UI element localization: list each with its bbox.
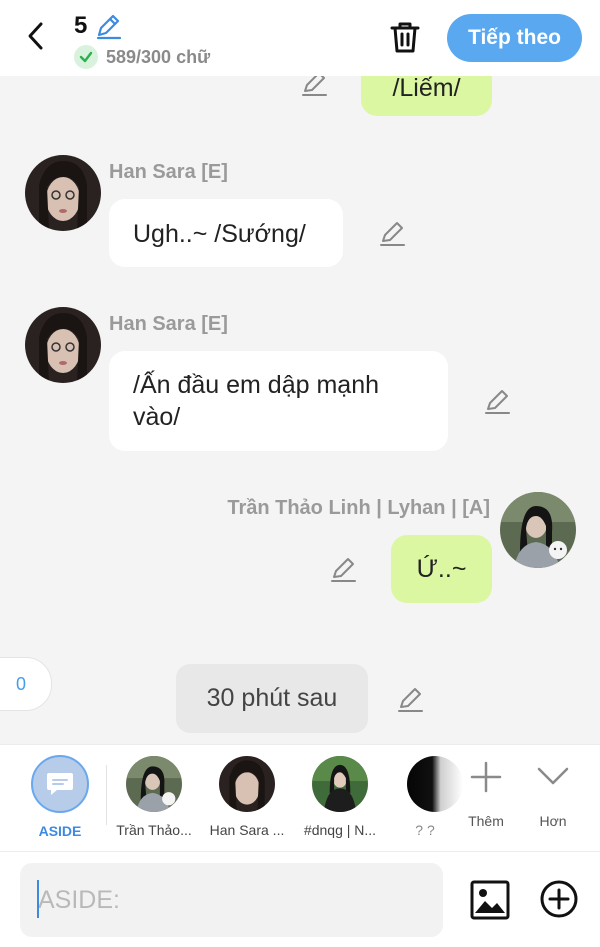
insert-image-button[interactable] — [469, 879, 511, 921]
character-avatar — [219, 756, 275, 812]
chevron-down-icon — [537, 767, 569, 785]
edit-message-pencil-icon[interactable] — [395, 684, 425, 714]
incoming-message-bubble[interactable]: /Ấn đầu em dập mạnh vào/ — [109, 351, 448, 451]
aside-button[interactable] — [31, 755, 89, 813]
add-attachment-button[interactable] — [539, 879, 579, 919]
avatar[interactable] — [500, 492, 576, 568]
episode-count: 5 — [74, 12, 88, 39]
character-label: #dnqg | N... — [303, 822, 377, 838]
add-character-button[interactable]: Thêm — [456, 759, 516, 839]
incoming-message-bubble[interactable]: Ugh..~ /Sướng/ — [109, 199, 343, 267]
sender-name: Han Sara [E] — [109, 313, 228, 335]
sender-name: Trần Thảo Linh | Lyhan | [A] — [227, 497, 490, 519]
character-label: ? ? — [415, 822, 435, 838]
chat-area[interactable]: /Liếm/ Han Sara [E] Ugh..~ /Sướng/ Han S… — [0, 76, 600, 744]
delete-button[interactable] — [386, 18, 424, 56]
outgoing-message-bubble[interactable]: /Liếm/ — [361, 76, 492, 116]
composer-bar — [0, 852, 600, 947]
top-bar: 5 589/300 chữ Tiếp theo — [0, 0, 600, 76]
edit-message-pencil-icon[interactable] — [377, 218, 407, 248]
text-cursor — [37, 880, 39, 918]
character-selector-bar: ASIDE Trần Thảo... Han Sara ... #dnqg | … — [0, 744, 600, 852]
outgoing-message-bubble[interactable]: Ứ..~ — [391, 535, 492, 603]
message-input-box[interactable] — [20, 863, 443, 937]
avatar[interactable] — [25, 155, 101, 231]
next-button[interactable]: Tiếp theo — [447, 14, 582, 62]
character-avatar — [312, 756, 368, 812]
message-input[interactable] — [20, 863, 443, 937]
trash-icon — [390, 22, 420, 53]
side-counter[interactable]: 0 — [0, 657, 52, 711]
add-label: Thêm — [468, 813, 504, 829]
back-icon — [28, 22, 43, 50]
image-icon — [470, 880, 510, 920]
message-text: Ugh..~ /Sướng/ — [133, 220, 306, 248]
edit-title-pencil-icon[interactable] — [94, 12, 122, 40]
narration-bubble[interactable]: 30 phút sau — [176, 664, 368, 733]
character-avatar — [407, 756, 463, 812]
character-label: Han Sara ... — [209, 822, 285, 838]
message-text: /Liếm/ — [392, 76, 461, 102]
back-button[interactable] — [18, 18, 54, 54]
more-label: Hơn — [539, 813, 567, 829]
edit-message-pencil-icon[interactable] — [482, 386, 512, 416]
edit-message-pencil-icon[interactable] — [328, 554, 358, 584]
chat-bubble-icon — [47, 773, 73, 795]
character-item[interactable]: Trần Thảo... — [108, 745, 204, 851]
character-label: Trần Thảo... — [116, 822, 192, 838]
edit-message-pencil-icon[interactable] — [299, 76, 329, 98]
add-circle-icon — [540, 880, 578, 918]
check-icon — [74, 45, 98, 69]
aside-label: ASIDE — [38, 823, 82, 839]
more-button[interactable]: Hơn — [523, 759, 583, 839]
narration-text: 30 phút sau — [206, 684, 338, 712]
avatar[interactable] — [25, 307, 101, 383]
word-count-text: 589/300 chữ — [106, 46, 211, 67]
divider — [106, 765, 107, 825]
character-avatar — [126, 756, 182, 812]
plus-icon — [470, 761, 502, 793]
character-item[interactable]: Han Sara ... — [201, 745, 297, 851]
word-count-status: 589/300 chữ — [74, 44, 210, 70]
message-text: /Ấn đầu em dập mạnh vào/ — [133, 371, 379, 431]
sender-name: Han Sara [E] — [109, 161, 228, 183]
character-item[interactable]: #dnqg | N... — [294, 745, 390, 851]
message-text: Ứ..~ — [416, 555, 467, 583]
